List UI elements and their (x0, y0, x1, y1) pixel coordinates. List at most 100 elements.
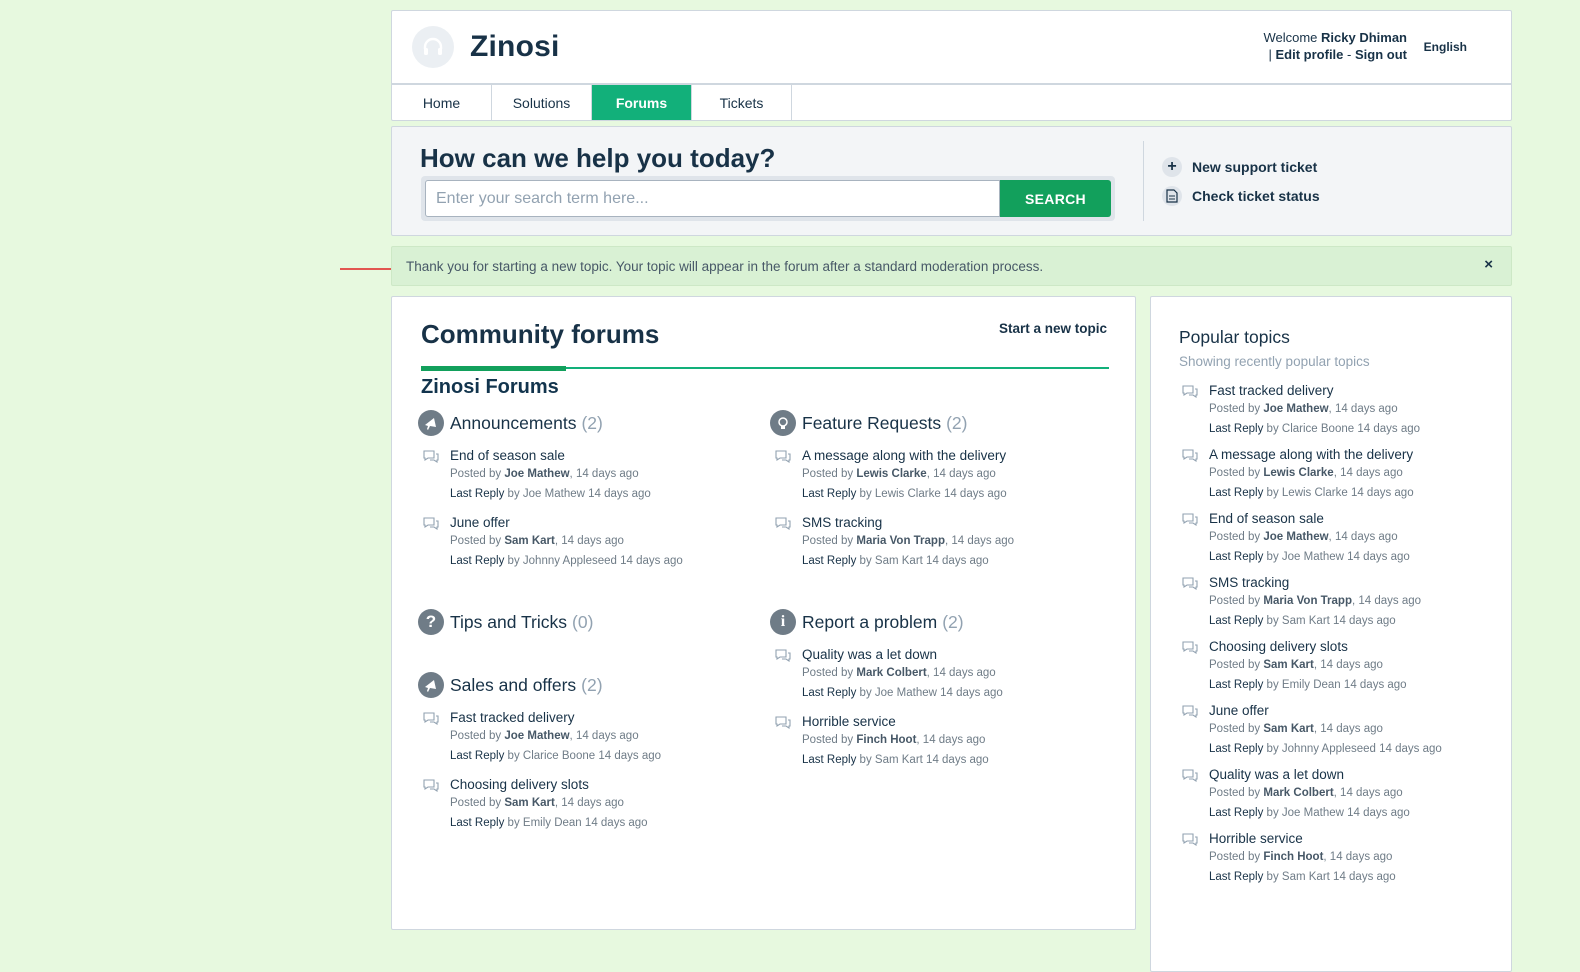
topic-author: Finch Hoot (856, 734, 917, 746)
topic-posted-time: 14 days ago (951, 535, 1015, 547)
category-count: (2) (581, 412, 603, 433)
topic-item[interactable]: Quality was a let down Posted by Mark Co… (770, 646, 1100, 703)
reply-time: 14 days ago (943, 488, 1007, 500)
by-label: by (1266, 871, 1279, 883)
check-ticket-status-link[interactable]: Check ticket status (1162, 186, 1320, 206)
category-header[interactable]: Feature Requests (2) (770, 409, 1100, 437)
topic-item[interactable]: Choosing delivery slots Posted by Sam Ka… (418, 776, 748, 833)
topic-item[interactable]: June offer Posted by Sam Kart, 14 days a… (1179, 702, 1499, 759)
reply-author: Joe Mathew (874, 687, 937, 699)
topic-reply-meta: Last Reply by Lewis Clarke 14 days ago (1209, 483, 1499, 503)
topic-posted-time: 14 days ago (1329, 851, 1393, 863)
discussion-icon (1181, 704, 1199, 719)
topic-title[interactable]: SMS tracking (1209, 574, 1499, 591)
topic-posted-meta: Posted by Maria Von Trapp, 14 days ago (1209, 595, 1422, 607)
topic-title[interactable]: Horrible service (802, 713, 1100, 730)
topic-reply-meta: Last Reply by Joe Mathew 14 days ago (450, 484, 748, 504)
topic-item[interactable]: Fast tracked delivery Posted by Joe Math… (1179, 382, 1499, 439)
search-button[interactable]: SEARCH (1000, 180, 1111, 217)
megaphone-icon (418, 410, 444, 436)
topic-item[interactable]: End of season sale Posted by Joe Mathew,… (1179, 510, 1499, 567)
reply-time: 14 days ago (1333, 871, 1396, 883)
topic-reply-meta: Last Reply by Joe Mathew 14 days ago (802, 683, 1100, 703)
by-label: by (1266, 423, 1279, 435)
topic-title[interactable]: Quality was a let down (802, 646, 1100, 663)
new-support-ticket-link[interactable]: + New support ticket (1162, 157, 1317, 177)
discussion-icon (422, 778, 440, 793)
topic-item[interactable]: Fast tracked delivery Posted by Joe Math… (418, 709, 748, 766)
topic-item[interactable]: SMS tracking Posted by Maria Von Trapp, … (1179, 574, 1499, 631)
posted-by-label: Posted by (1209, 467, 1261, 479)
posted-by-label: Posted by (1209, 595, 1261, 607)
start-new-topic-link[interactable]: Start a new topic (999, 321, 1107, 336)
tab-solutions[interactable]: Solutions (492, 85, 592, 120)
by-label: by (1266, 551, 1279, 563)
topic-title[interactable]: June offer (1209, 702, 1499, 719)
topic-title[interactable]: Horrible service (1209, 830, 1499, 847)
topic-item[interactable]: End of season sale Posted by Joe Mathew,… (418, 447, 748, 504)
category-header[interactable]: Sales and offers (2) (418, 671, 748, 699)
category-name[interactable]: Feature Requests (802, 413, 941, 434)
sign-out-link[interactable]: Sign out (1355, 47, 1407, 62)
topic-title[interactable]: Fast tracked delivery (1209, 382, 1499, 399)
topic-title[interactable]: Choosing delivery slots (1209, 638, 1499, 655)
search-bar: SEARCH (421, 176, 1115, 221)
topic-title[interactable]: SMS tracking (802, 514, 1100, 531)
topic-title[interactable]: End of season sale (450, 447, 748, 464)
topic-item[interactable]: A message along with the delivery Posted… (1179, 446, 1499, 503)
category-name[interactable]: Report a problem (802, 612, 937, 633)
main-nav: Home Solutions Forums Tickets (392, 83, 1511, 120)
topic-title[interactable]: Choosing delivery slots (450, 776, 748, 793)
category-header[interactable]: i Report a problem (2) (770, 608, 1100, 636)
discussion-icon (422, 711, 440, 726)
topic-title[interactable]: A message along with the delivery (802, 447, 1100, 464)
topic-posted-meta: Posted by Maria Von Trapp, 14 days ago (802, 535, 1015, 547)
topic-posted-time: 14 days ago (922, 734, 986, 746)
topic-item[interactable]: Horrible service Posted by Finch Hoot, 1… (1179, 830, 1499, 887)
by-label: by (507, 817, 520, 829)
topic-title[interactable]: End of season sale (1209, 510, 1499, 527)
posted-by-label: Posted by (802, 667, 854, 679)
last-reply-label: Last Reply (1209, 423, 1264, 435)
topic-item[interactable]: Choosing delivery slots Posted by Sam Ka… (1179, 638, 1499, 695)
tab-home[interactable]: Home (392, 85, 492, 120)
topic-item[interactable]: Horrible service Posted by Finch Hoot, 1… (770, 713, 1100, 770)
topic-item[interactable]: Quality was a let down Posted by Mark Co… (1179, 766, 1499, 823)
tab-tickets[interactable]: Tickets (692, 85, 792, 120)
tab-forums[interactable]: Forums (592, 85, 692, 120)
topic-item[interactable]: A message along with the delivery Posted… (770, 447, 1100, 504)
brand[interactable]: Zinosi (412, 26, 560, 68)
by-label: by (1266, 615, 1279, 627)
category-name[interactable]: Announcements (450, 413, 576, 434)
category-name[interactable]: Sales and offers (450, 675, 576, 696)
by-label: by (507, 488, 520, 500)
user-box: Welcome Ricky Dhiman | Edit profile - Si… (1263, 29, 1407, 63)
topic-title[interactable]: Quality was a let down (1209, 766, 1499, 783)
posted-by-label: Posted by (450, 468, 502, 480)
notice-text: Thank you for starting a new topic. Your… (406, 258, 1044, 274)
topic-item[interactable]: SMS tracking Posted by Maria Von Trapp, … (770, 514, 1100, 571)
reply-time: 14 days ago (926, 754, 989, 766)
close-icon[interactable]: × (1484, 256, 1493, 273)
category-header[interactable]: ? Tips and Tricks (0) (418, 608, 748, 636)
discussion-icon (1181, 640, 1199, 655)
info-icon: i (770, 609, 796, 635)
question-icon: ? (418, 609, 444, 635)
megaphone-icon (418, 672, 444, 698)
topic-title[interactable]: June offer (450, 514, 748, 531)
topic-title[interactable]: Fast tracked delivery (450, 709, 748, 726)
category-header[interactable]: Announcements (2) (418, 409, 748, 437)
topic-reply-meta: Last Reply by Lewis Clarke 14 days ago (802, 484, 1100, 504)
category-name[interactable]: Tips and Tricks (450, 612, 567, 633)
topic-author: Joe Mathew (1263, 531, 1329, 543)
edit-profile-link[interactable]: Edit profile (1276, 47, 1344, 62)
reply-time: 14 days ago (1379, 743, 1442, 755)
topic-posted-time: 14 days ago (575, 468, 639, 480)
posted-by-label: Posted by (1209, 531, 1261, 543)
last-reply-label: Last Reply (1209, 807, 1264, 819)
language-selector[interactable]: English (1424, 40, 1467, 54)
topic-title[interactable]: A message along with the delivery (1209, 446, 1499, 463)
topic-item[interactable]: June offer Posted by Sam Kart, 14 days a… (418, 514, 748, 571)
search-input[interactable] (425, 180, 1000, 217)
by-label: by (507, 750, 520, 762)
